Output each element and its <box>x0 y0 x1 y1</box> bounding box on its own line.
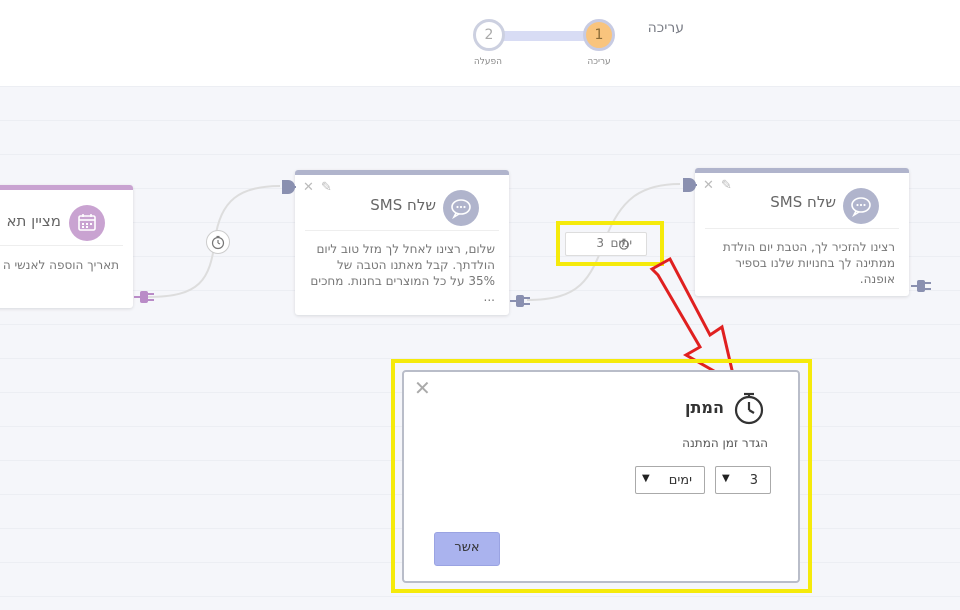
card-color-bar <box>695 168 909 173</box>
stopwatch-icon <box>734 392 764 425</box>
dropdown-arrow-icon: ▼ <box>642 473 650 484</box>
trigger-card[interactable]: מציין תא תאריך הוספה לאנשי ה <box>0 185 133 308</box>
select-value: 3 <box>749 473 758 488</box>
dialog-title: המתן <box>685 398 724 417</box>
chat-icon <box>843 188 879 224</box>
select-value: ימים <box>668 473 692 488</box>
input-plug-icon[interactable] <box>677 176 699 194</box>
card-divider <box>0 245 123 246</box>
dropdown-arrow-icon: ▼ <box>722 473 730 484</box>
plug-icon[interactable] <box>134 288 158 306</box>
pencil-icon[interactable]: ✎ <box>721 178 732 193</box>
card-body: שלום, רצינו לאחל לך מזל טוב ליום הולדתך.… <box>310 242 495 304</box>
close-icon[interactable]: ✕ <box>303 180 314 195</box>
card-title: מציין תא <box>6 212 61 230</box>
close-icon[interactable]: ✕ <box>703 178 714 193</box>
sms-card-1[interactable]: ✕ ✎ שלח SMS שלום, רצינו לאחל לך מזל טוב … <box>295 170 509 315</box>
dialog-subtitle: הגדר זמן המתנה <box>682 436 768 450</box>
input-plug-icon[interactable] <box>276 178 298 196</box>
pencil-icon[interactable]: ✎ <box>321 180 332 195</box>
card-color-bar <box>295 170 509 175</box>
close-icon[interactable]: ✕ <box>414 376 431 400</box>
card-divider <box>705 228 899 229</box>
wait-dialog: ✕ המתן הגדר זמן המתנה 3 ▼ ימים ▼ אשר <box>402 370 800 583</box>
output-plug-icon[interactable] <box>911 277 935 295</box>
wait-amount-select[interactable]: 3 ▼ <box>715 466 771 494</box>
confirm-button[interactable]: אשר <box>434 532 500 566</box>
wait-unit-select[interactable]: ימים ▼ <box>635 466 705 494</box>
card-divider <box>305 230 499 231</box>
timer-node[interactable] <box>206 230 230 254</box>
output-plug-icon[interactable] <box>510 292 534 310</box>
card-body: תאריך הוספה לאנשי ה <box>2 258 119 272</box>
chat-icon <box>443 190 479 226</box>
card-title: שלח SMS <box>370 196 436 214</box>
card-color-bar <box>0 185 133 190</box>
card-title: שלח SMS <box>770 193 836 211</box>
calendar-icon <box>69 205 105 241</box>
stopwatch-icon <box>211 235 225 250</box>
